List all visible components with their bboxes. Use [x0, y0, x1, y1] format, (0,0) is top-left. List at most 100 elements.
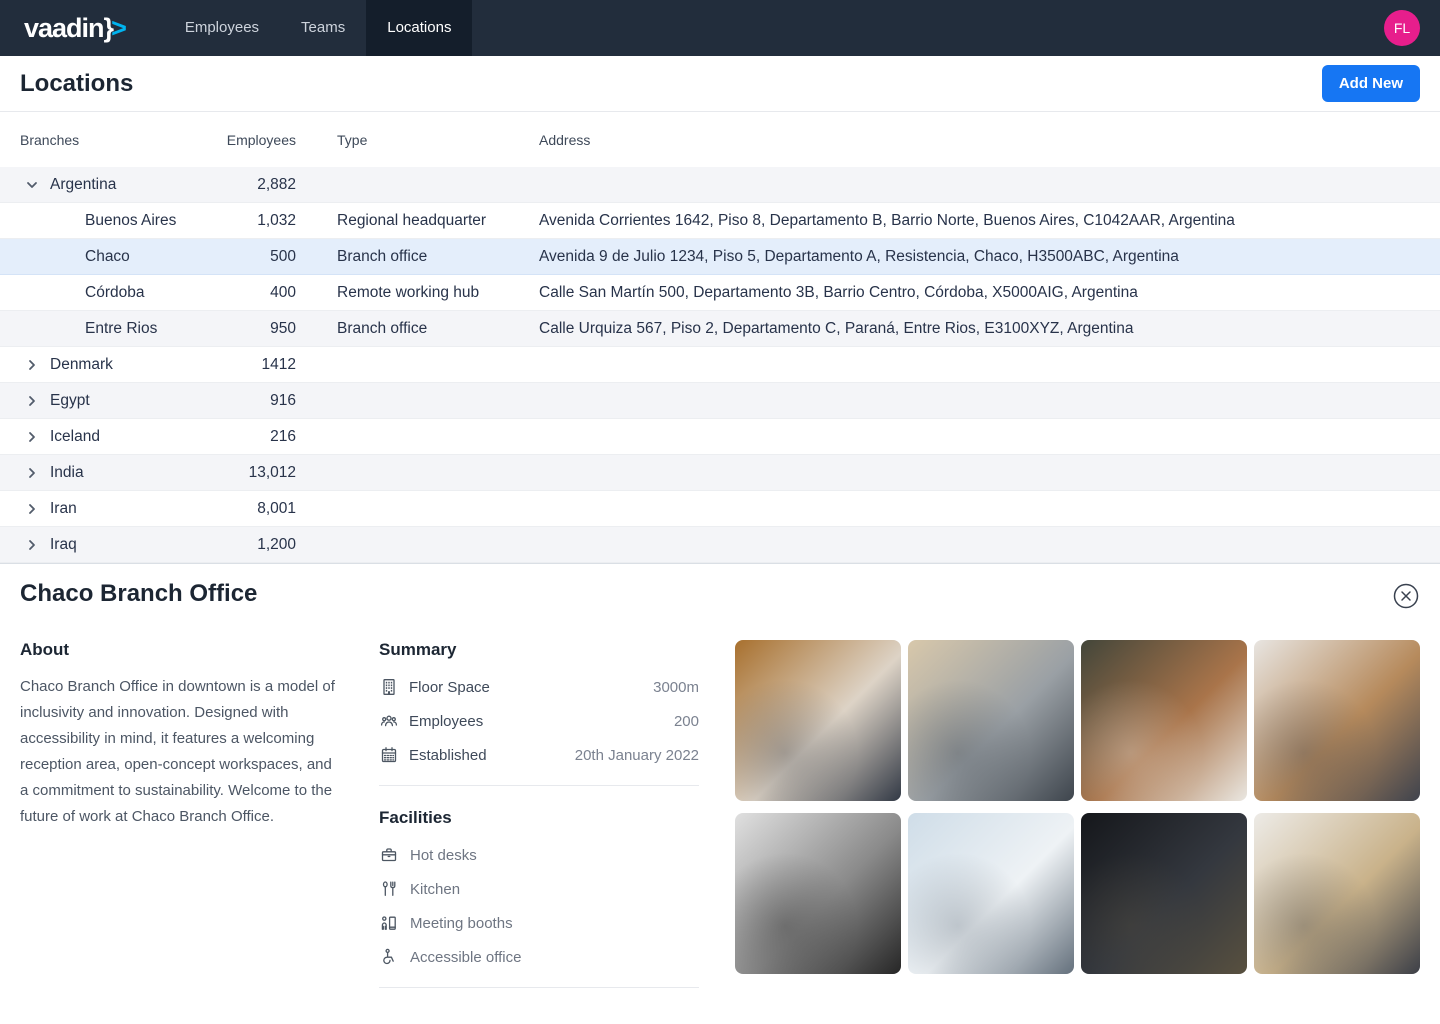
chevron-right-icon[interactable]	[20, 393, 40, 409]
tab-locations[interactable]: Locations	[366, 0, 472, 56]
table-row-argentina[interactable]: Argentina2,882	[0, 167, 1440, 203]
page-header: Locations Add New	[0, 56, 1440, 112]
employees-count: 1412	[203, 356, 296, 374]
table-row-buenos-aires[interactable]: Buenos Aires1,032Regional headquarterAve…	[0, 203, 1440, 239]
locations-grid: Branches Employees Type Address Argentin…	[0, 112, 1440, 563]
branch-name: Argentina	[50, 176, 116, 194]
branch-name: Iceland	[50, 428, 100, 446]
wheelchair-icon	[379, 947, 399, 967]
facility-item-hot-desks: Hot desks	[379, 838, 699, 872]
branch-name: Egypt	[50, 392, 90, 410]
summary-item-established: Established 20th January 2022	[379, 738, 699, 772]
chevron-right-icon[interactable]	[20, 537, 40, 553]
facilities-list: Hot desks Kitchen Meeting booths Accessible…	[379, 838, 699, 974]
table-row-iceland[interactable]: Iceland 216	[0, 419, 1440, 455]
employees-count: 400	[203, 284, 296, 302]
branch-name-cell: Buenos Aires	[20, 212, 203, 230]
page-title: Locations	[20, 70, 133, 98]
summary-label: Floor Space	[409, 679, 490, 696]
facility-item-accessible-office: Accessible office	[379, 940, 699, 974]
detail-panel: Chaco Branch Office About Chaco Branch O…	[0, 563, 1440, 1024]
branch-name: Buenos Aires	[85, 212, 176, 230]
employees-count: 1,200	[203, 536, 296, 554]
employees-count: 8,001	[203, 500, 296, 518]
table-row-iraq[interactable]: Iraq 1,200	[0, 527, 1440, 563]
tab-teams[interactable]: Teams	[280, 0, 366, 56]
table-row-entre-rios[interactable]: Entre Rios950Branch officeCalle Urquiza …	[0, 311, 1440, 347]
about-heading: About	[20, 640, 342, 660]
grid-header-row: Branches Employees Type Address	[0, 112, 1440, 167]
meeting-booth-icon	[379, 913, 399, 933]
table-row-india[interactable]: India 13,012	[0, 455, 1440, 491]
employees-count: 950	[203, 320, 296, 338]
summary-list: Floor Space3000mEmployees200Established2…	[379, 670, 699, 772]
table-row-denmark[interactable]: Denmark 1412	[0, 347, 1440, 383]
branch-type: Remote working hub	[296, 284, 539, 302]
summary-label: Established	[409, 747, 487, 764]
chevron-down-icon[interactable]	[20, 177, 40, 193]
cutlery-icon	[379, 879, 399, 899]
branch-name: Córdoba	[85, 284, 144, 302]
facility-label: Meeting booths	[410, 915, 513, 932]
table-row-iran[interactable]: Iran 8,001	[0, 491, 1440, 527]
chevron-right-icon[interactable]	[20, 465, 40, 481]
column-header-branches[interactable]: Branches	[20, 132, 203, 148]
branch-name: Denmark	[50, 356, 113, 374]
top-navbar: vaadin}> EmployeesTeamsLocations FL	[0, 0, 1440, 56]
table-row-chaco[interactable]: Chaco500Branch officeAvenida 9 de Julio …	[0, 239, 1440, 275]
divider	[379, 785, 699, 786]
table-row-córdoba[interactable]: Córdoba400Remote working hubCalle San Ma…	[0, 275, 1440, 311]
branch-name-cell: India	[20, 464, 203, 482]
close-button[interactable]	[1392, 582, 1420, 613]
vaadin-logo: vaadin}>	[24, 0, 126, 56]
branch-name: India	[50, 464, 84, 482]
chevron-right-icon[interactable]	[20, 429, 40, 445]
branch-name-cell: Denmark	[20, 356, 203, 374]
grid-body: Argentina2,882Buenos Aires1,032Regional …	[0, 167, 1440, 563]
column-header-employees[interactable]: Employees	[203, 132, 296, 148]
branch-name: Iraq	[50, 536, 77, 554]
divider	[379, 987, 699, 988]
facility-label: Hot desks	[410, 847, 477, 864]
add-new-button[interactable]: Add New	[1322, 65, 1420, 102]
avatar[interactable]: FL	[1384, 10, 1420, 46]
facility-label: Accessible office	[410, 949, 521, 966]
summary-heading: Summary	[379, 640, 699, 660]
circle-x-icon	[1392, 598, 1420, 613]
branch-address: Calle Urquiza 567, Piso 2, Departamento …	[539, 320, 1420, 338]
branch-name-cell: Iceland	[20, 428, 203, 446]
branch-address: Avenida Corrientes 1642, Piso 8, Departa…	[539, 212, 1420, 230]
photo-desk-topdown	[908, 640, 1074, 801]
chevron-right-icon[interactable]	[20, 501, 40, 517]
about-section: About Chaco Branch Office in downtown is…	[20, 640, 342, 988]
column-header-address[interactable]: Address	[539, 132, 1420, 148]
branch-address: Avenida 9 de Julio 1234, Piso 5, Departa…	[539, 248, 1420, 266]
branch-name-cell: Argentina	[20, 176, 203, 194]
branch-name-cell: Córdoba	[20, 284, 203, 302]
photo-dark-office	[1081, 813, 1247, 974]
employees-count: 13,012	[203, 464, 296, 482]
facility-item-kitchen: Kitchen	[379, 872, 699, 906]
summary-value: 20th January 2022	[575, 747, 699, 764]
summary-label: Employees	[409, 713, 483, 730]
summary-item-employees: Employees 200	[379, 704, 699, 738]
employees-count: 216	[203, 428, 296, 446]
branch-type: Branch office	[296, 248, 539, 266]
tab-employees[interactable]: Employees	[164, 0, 280, 56]
photo-whiteboard-room	[1254, 813, 1420, 974]
summary-value: 200	[674, 713, 699, 730]
column-header-type[interactable]: Type	[296, 132, 539, 148]
chevron-right-icon[interactable]	[20, 357, 40, 373]
branch-name: Entre Rios	[85, 320, 157, 338]
people-icon	[379, 711, 399, 731]
branch-name: Iran	[50, 500, 77, 518]
photo-team-meeting	[1254, 640, 1420, 801]
about-text: Chaco Branch Office in downtown is a mod…	[20, 674, 342, 830]
table-row-egypt[interactable]: Egypt916	[0, 383, 1440, 419]
summary-facilities-section: Summary Floor Space3000mEmployees200Esta…	[379, 640, 699, 988]
branch-name-cell: Entre Rios	[20, 320, 203, 338]
detail-title: Chaco Branch Office	[20, 580, 257, 608]
branch-name-cell: Egypt	[20, 392, 203, 410]
photo-bw-workspace	[735, 813, 901, 974]
photo-window-coffee	[908, 813, 1074, 974]
